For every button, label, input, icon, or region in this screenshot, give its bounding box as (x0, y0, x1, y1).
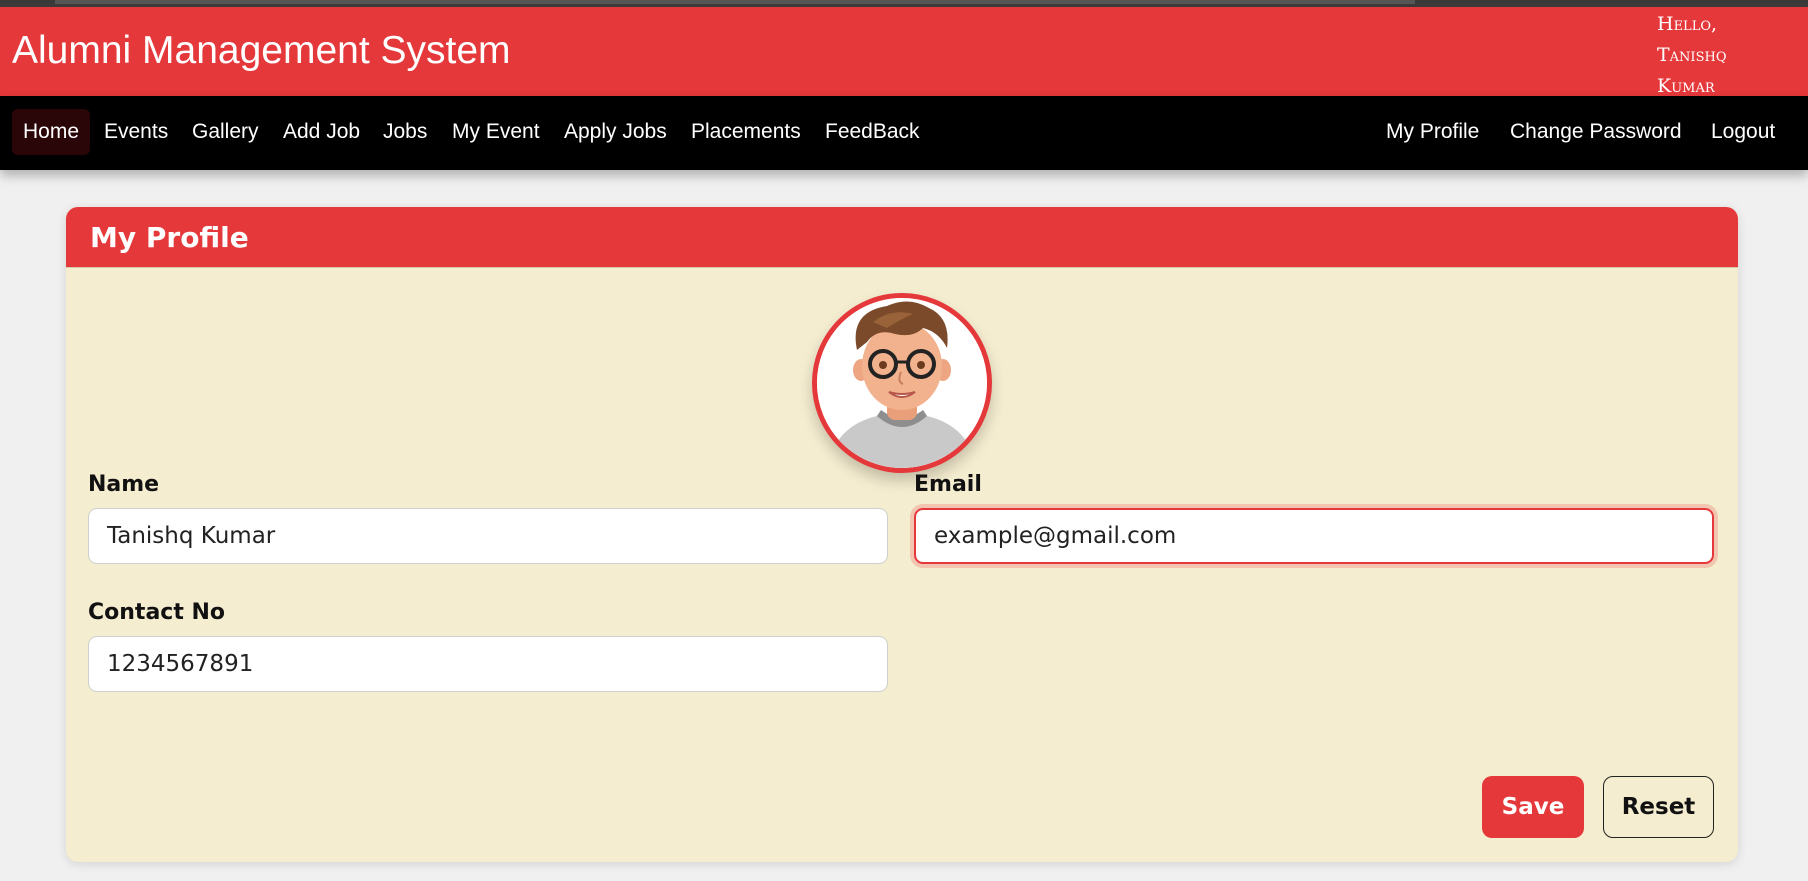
contact-input[interactable] (88, 636, 888, 692)
nav-logout[interactable]: Logout (1700, 109, 1786, 155)
email-input[interactable] (914, 508, 1714, 564)
nav-home[interactable]: Home (12, 109, 91, 155)
profile-card: My Profile Name Tanishq Kumar Email exam… (66, 207, 1738, 862)
browser-top-strip (0, 0, 1808, 7)
nav-gallery[interactable]: Gallery (181, 109, 270, 155)
greeting-line-1: Hello, (1657, 13, 1718, 35)
nav-feedback[interactable]: FeedBack (814, 109, 931, 155)
site-header: Alumni Management System Hello, Tanishq … (0, 7, 1808, 97)
name-input[interactable] (88, 508, 888, 564)
nav-my-profile[interactable]: My Profile (1375, 109, 1490, 155)
nav-apply-jobs[interactable]: Apply Jobs (553, 109, 678, 155)
app-title: Alumni Management System (12, 29, 511, 72)
cartoon-avatar-icon (817, 298, 987, 468)
profile-card-header: My Profile (66, 207, 1738, 268)
top-strip-highlight (55, 0, 1415, 4)
nav-my-event[interactable]: My Event (441, 109, 551, 155)
save-button[interactable]: Save (1482, 776, 1584, 838)
nav-events[interactable]: Events (93, 109, 179, 155)
greeting-line-2: Tanishq (1657, 44, 1727, 66)
main-navbar: Home Events Gallery Add Job Jobs My Even… (0, 96, 1808, 170)
email-label: Email (914, 472, 982, 497)
user-greeting: Hello, Tanishq Kumar (1657, 9, 1777, 102)
profile-title: My Profile (90, 221, 249, 254)
nav-jobs[interactable]: Jobs (372, 109, 438, 155)
name-label: Name (88, 472, 160, 497)
nav-add-job[interactable]: Add Job (272, 109, 371, 155)
nav-change-password[interactable]: Change Password (1499, 109, 1693, 155)
reset-button[interactable]: Reset (1603, 776, 1714, 838)
nav-placements[interactable]: Placements (680, 109, 812, 155)
avatar (812, 293, 992, 473)
contact-label: Contact No (88, 600, 226, 625)
